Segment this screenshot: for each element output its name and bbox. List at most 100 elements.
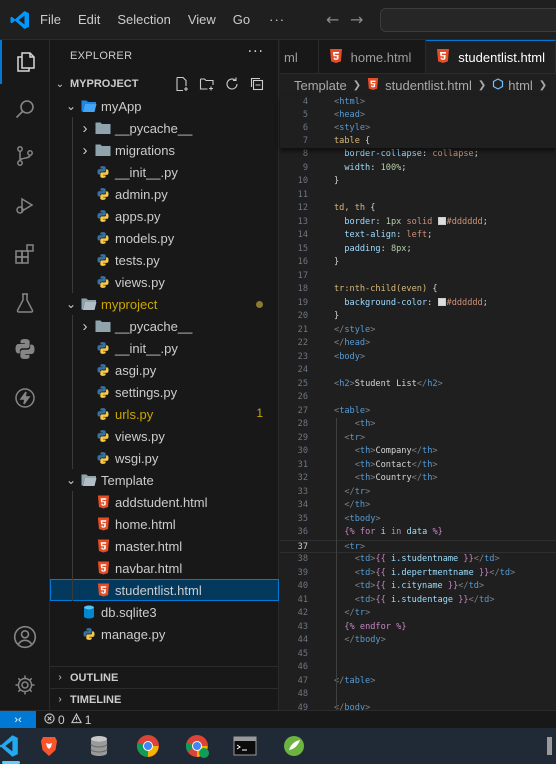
tree-item[interactable]: › __pycache__ bbox=[50, 315, 279, 337]
lightning-icon[interactable] bbox=[0, 376, 50, 420]
code-line[interactable]: 33 </tr> bbox=[280, 486, 556, 500]
tree-item[interactable]: views.py bbox=[50, 425, 279, 447]
sticky-code-line[interactable]: 6 <style> bbox=[280, 122, 556, 136]
code-line[interactable]: 28 <th> bbox=[280, 418, 556, 432]
tree-item[interactable]: navbar.html bbox=[50, 557, 279, 579]
tree-item[interactable]: settings.py bbox=[50, 381, 279, 403]
code-line[interactable]: 25 <h2>Student List</h2> bbox=[280, 378, 556, 392]
code-line[interactable]: 32 <th>Country</th> bbox=[280, 472, 556, 486]
tree-item[interactable]: __init__.py bbox=[50, 337, 279, 359]
code-line[interactable]: 18 tr:nth-child(even) { bbox=[280, 283, 556, 297]
code-line[interactable]: 17 bbox=[280, 270, 556, 284]
timeline-section-header[interactable]: › TIMELINE bbox=[50, 688, 279, 710]
tree-item[interactable]: admin.py bbox=[50, 183, 279, 205]
menu-more[interactable]: ··· bbox=[269, 12, 285, 27]
code-line[interactable]: 21 </style> bbox=[280, 324, 556, 338]
chrome-browser-icon[interactable] bbox=[133, 731, 163, 761]
code-line[interactable]: 42 </tr> bbox=[280, 607, 556, 621]
tree-item[interactable]: db.sqlite3 bbox=[50, 601, 279, 623]
code-line[interactable]: 30 <th>Company</th> bbox=[280, 445, 556, 459]
code-line[interactable]: 35 <tbody> bbox=[280, 513, 556, 527]
terminal-icon[interactable] bbox=[230, 731, 260, 761]
code-line[interactable]: 22 </head> bbox=[280, 337, 556, 351]
problems-indicator[interactable]: 0 1 bbox=[44, 712, 91, 727]
code-line[interactable]: 37 <tr> bbox=[280, 539, 556, 553]
code-line[interactable]: 45 bbox=[280, 648, 556, 662]
code-line[interactable]: 43 {% endfor %} bbox=[280, 621, 556, 635]
back-arrow-icon[interactable]: ← bbox=[326, 10, 339, 29]
breadcrumb-symbol[interactable]: html bbox=[508, 78, 533, 93]
new-folder-icon[interactable] bbox=[199, 76, 215, 92]
tree-item[interactable]: views.py bbox=[50, 271, 279, 293]
sticky-code-line[interactable]: 7 table { bbox=[280, 135, 556, 149]
tree-item[interactable]: master.html bbox=[50, 535, 279, 557]
code-line[interactable]: 24 bbox=[280, 364, 556, 378]
collapse-all-icon[interactable] bbox=[249, 76, 265, 92]
python-icon[interactable] bbox=[0, 327, 50, 371]
tree-item[interactable]: tests.py bbox=[50, 249, 279, 271]
tree-item[interactable]: apps.py bbox=[50, 205, 279, 227]
code-line[interactable]: 11 bbox=[280, 189, 556, 203]
code-line[interactable]: 20} bbox=[280, 310, 556, 324]
code-line[interactable]: 44 </tbody> bbox=[280, 634, 556, 648]
code-line[interactable]: 23 <body> bbox=[280, 351, 556, 365]
code-line[interactable]: 19 background-color: #dddddd; bbox=[280, 297, 556, 311]
menu-file[interactable]: File bbox=[40, 12, 61, 27]
forward-arrow-icon[interactable]: → bbox=[350, 10, 363, 29]
menu-view[interactable]: View bbox=[188, 12, 216, 27]
tree-item[interactable]: asgi.py bbox=[50, 359, 279, 381]
code-line[interactable]: 39 <td>{{ i.depertmentname }}</td> bbox=[280, 567, 556, 581]
menu-selection[interactable]: Selection bbox=[117, 12, 170, 27]
tab-partial[interactable]: ml bbox=[280, 40, 319, 73]
tree-item[interactable]: manage.py bbox=[50, 623, 279, 645]
explorer-more-actions[interactable]: ··· bbox=[248, 44, 264, 60]
brave-browser-icon[interactable] bbox=[34, 731, 64, 761]
tree-item[interactable]: home.html bbox=[50, 513, 279, 535]
tab-studentlist-html[interactable]: studentlist.html bbox=[426, 40, 556, 73]
outline-section-header[interactable]: › OUTLINE bbox=[50, 666, 279, 688]
code-line[interactable]: 14 text-align: left; bbox=[280, 229, 556, 243]
tab-home-html[interactable]: home.html bbox=[319, 40, 427, 73]
refresh-icon[interactable] bbox=[224, 76, 240, 92]
new-file-icon[interactable] bbox=[174, 76, 190, 92]
tree-item[interactable]: › migrations bbox=[50, 139, 279, 161]
code-line[interactable]: 8 border-collapse: collapse; bbox=[280, 148, 556, 162]
code-line[interactable]: 13 border: 1px solid #dddddd; bbox=[280, 216, 556, 230]
sticky-code-line[interactable]: 5 <head> bbox=[280, 109, 556, 123]
code-line[interactable]: 36 {% for i in data %} bbox=[280, 526, 556, 540]
search-icon[interactable] bbox=[0, 87, 50, 131]
code-line[interactable]: 10} bbox=[280, 175, 556, 189]
breadcrumb-folder[interactable]: Template bbox=[294, 78, 347, 93]
tree-item[interactable]: studentlist.html bbox=[50, 579, 279, 601]
explorer-icon[interactable] bbox=[0, 40, 50, 84]
testing-flask-icon[interactable] bbox=[0, 281, 50, 325]
tree-item[interactable]: › __pycache__ bbox=[50, 117, 279, 139]
account-icon[interactable] bbox=[0, 615, 50, 659]
code-line[interactable]: 47 </table> bbox=[280, 675, 556, 689]
tree-item[interactable]: __init__.py bbox=[50, 161, 279, 183]
code-line[interactable]: 15 padding: 8px; bbox=[280, 243, 556, 257]
tree-item[interactable]: ⌄ Template bbox=[50, 469, 279, 491]
code-line[interactable]: 27 <table> bbox=[280, 405, 556, 419]
spring-tool-icon[interactable] bbox=[279, 731, 309, 761]
remote-indicator-icon[interactable]: ›‹ bbox=[0, 710, 36, 729]
code-line[interactable]: 31 <th>Contact</th> bbox=[280, 459, 556, 473]
code-line[interactable]: 34 </th> bbox=[280, 499, 556, 513]
code-line[interactable]: 41 <td>{{ i.studentage }}</td> bbox=[280, 594, 556, 608]
code-line[interactable]: 29 <tr> bbox=[280, 432, 556, 446]
command-center-search[interactable] bbox=[380, 8, 556, 32]
run-debug-icon[interactable] bbox=[0, 183, 50, 227]
code-line[interactable]: 9 width: 100%; bbox=[280, 162, 556, 176]
code-line[interactable]: 46 bbox=[280, 661, 556, 675]
tree-item[interactable]: addstudent.html bbox=[50, 491, 279, 513]
breadcrumb-file[interactable]: studentlist.html bbox=[385, 78, 472, 93]
code-line[interactable]: 48 bbox=[280, 688, 556, 702]
tree-item[interactable]: models.py bbox=[50, 227, 279, 249]
code-line[interactable]: 16} bbox=[280, 256, 556, 270]
tree-item[interactable]: ⌄ myproject bbox=[50, 293, 279, 315]
tree-item[interactable]: ⌄ myApp bbox=[50, 95, 279, 117]
code-line[interactable]: 12 td, th { bbox=[280, 202, 556, 216]
source-control-icon[interactable] bbox=[0, 134, 50, 178]
tree-item[interactable]: wsgi.py bbox=[50, 447, 279, 469]
chrome-profile-icon[interactable] bbox=[182, 731, 212, 761]
